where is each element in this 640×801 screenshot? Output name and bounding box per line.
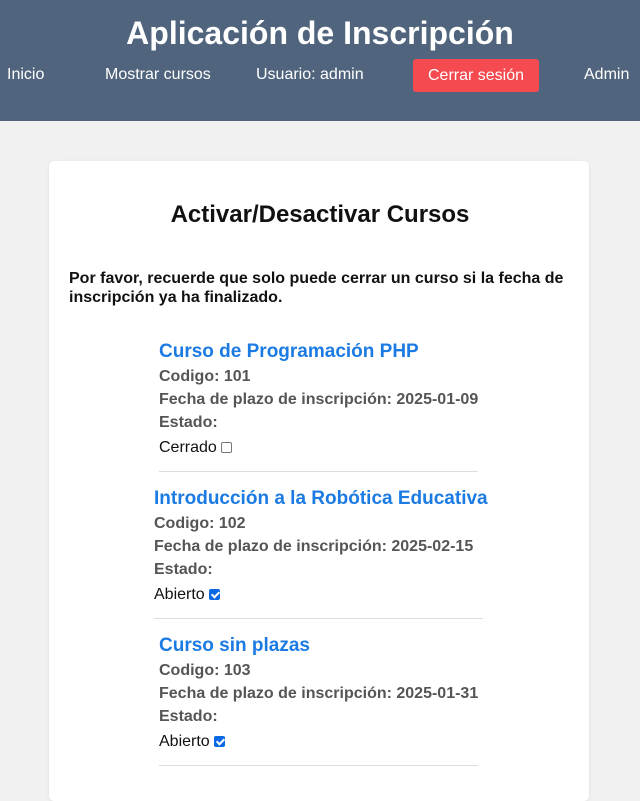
course-status-row: Abierto: [154, 585, 483, 604]
course-status-value: Abierto: [154, 586, 205, 603]
course-item: Curso de Programación PHP Codigo: 101 Fe…: [159, 341, 478, 472]
course-item: Curso sin plazas Codigo: 103 Fecha de pl…: [159, 635, 478, 766]
course-code: Codigo: 103: [159, 662, 251, 679]
course-status-checkbox[interactable]: [208, 589, 220, 600]
app-title: Aplicación de Inscripción: [126, 15, 514, 51]
course-deadline: Fecha de plazo de inscripción: 2025-01-3…: [159, 685, 479, 702]
course-divider: [159, 765, 478, 766]
course-title-link[interactable]: Curso sin plazas: [159, 635, 478, 657]
course-code: Codigo: 101: [159, 368, 251, 385]
logout-button[interactable]: Cerrar sesión: [413, 59, 539, 92]
close-course-notice: Por favor, recuerde que solo puede cerra…: [69, 270, 564, 306]
course-deadline: Fecha de plazo de inscripción: 2025-01-0…: [159, 391, 479, 408]
nav-home-link[interactable]: Inicio: [7, 66, 44, 84]
app-header: Aplicación de Inscripción Inicio Mostrar…: [0, 0, 640, 121]
course-status-label: Estado:: [159, 414, 218, 431]
nav-admin-link[interactable]: Admin: [584, 66, 629, 84]
course-status-value: Abierto: [159, 733, 210, 750]
page-title: Activar/Desactivar Cursos: [170, 201, 470, 228]
course-status-label: Estado:: [154, 561, 213, 578]
course-status-label: Estado:: [159, 708, 218, 725]
course-deadline: Fecha de plazo de inscripción: 2025-02-1…: [154, 538, 474, 555]
course-divider: [154, 618, 483, 619]
course-title-link[interactable]: Curso de Programación PHP: [159, 341, 478, 363]
course-item: Introducción a la Robótica Educativa Cod…: [154, 488, 488, 619]
course-status-value: Cerrado: [159, 439, 217, 456]
nav-current-user: Usuario: admin: [256, 66, 364, 83]
course-code: Codigo: 102: [154, 515, 246, 532]
course-status-row: Cerrado: [159, 438, 478, 457]
course-status-row: Abierto: [159, 732, 478, 751]
nav-show-courses-link[interactable]: Mostrar cursos: [105, 66, 211, 84]
course-divider: [159, 471, 478, 472]
course-status-checkbox[interactable]: [213, 736, 225, 747]
course-title-link[interactable]: Introducción a la Robótica Educativa: [154, 488, 488, 510]
course-status-checkbox[interactable]: [220, 442, 232, 453]
